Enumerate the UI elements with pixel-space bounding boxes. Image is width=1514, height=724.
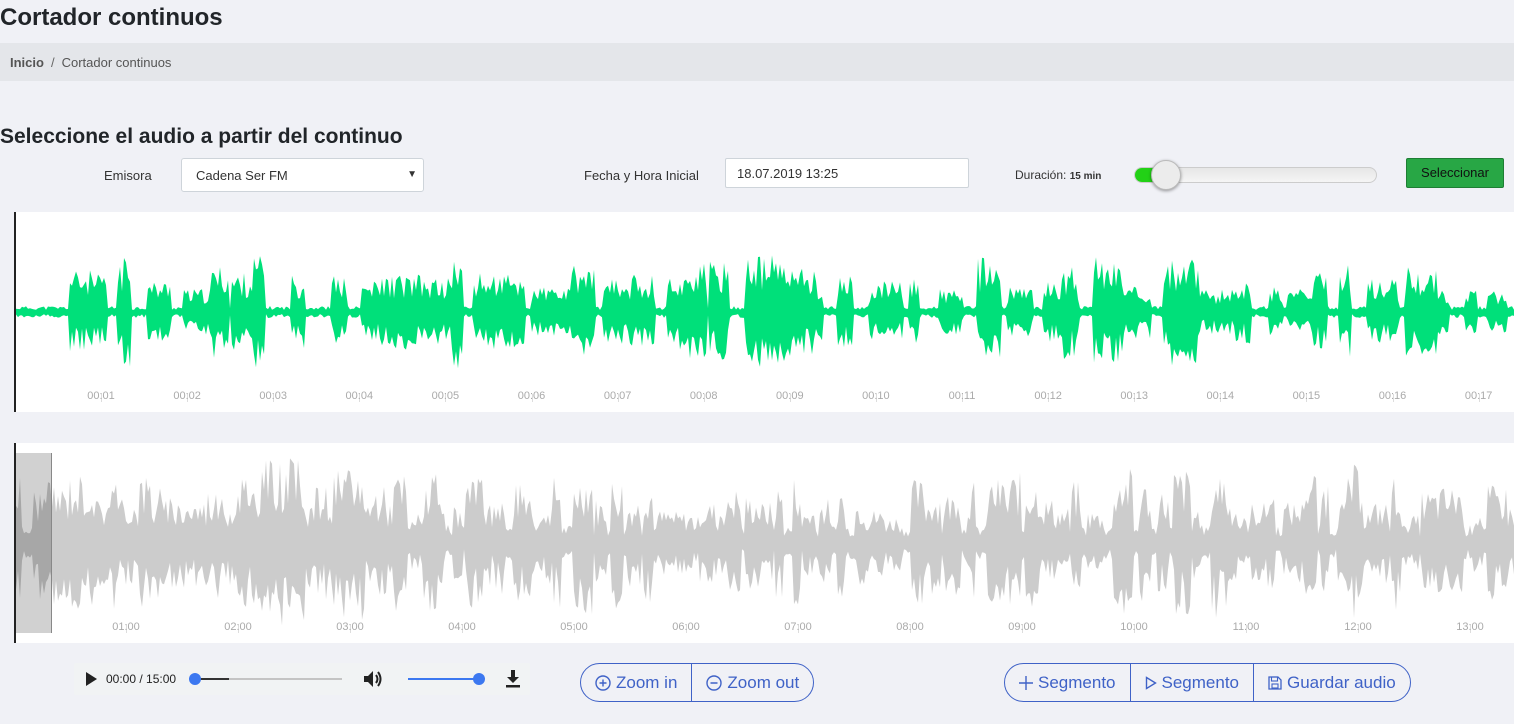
player-progress-handle[interactable] <box>189 673 201 685</box>
overview-selection-region[interactable] <box>14 453 52 633</box>
play-segment-label: Segmento <box>1161 672 1240 692</box>
time-tick-label: 10:00 <box>1120 621 1148 633</box>
time-tick-label: 00:16 <box>1378 390 1407 402</box>
breadcrumb-current: Cortador continuos <box>61 54 172 70</box>
time-tick-label: 00:02 <box>173 390 201 402</box>
chevron-down-icon: ▼ <box>407 169 417 180</box>
zoom-waveform[interactable]: 00:01 00:02 00:03 00:04 00:05 00:06 00:07 00:08… <box>14 212 1514 412</box>
time-tick-label: 00:08 <box>689 390 718 402</box>
segment-button-group: Segmento Segmento Guardar audio <box>1004 663 1411 702</box>
waveform-shape <box>14 458 1514 626</box>
duration-slider-thumb[interactable] <box>1151 160 1181 190</box>
play-icon[interactable] <box>86 672 97 686</box>
time-tick-label: 00:15 <box>1292 390 1321 402</box>
time-tick-label: 07:00 <box>784 621 812 633</box>
time-tick-label: 05:00 <box>560 621 588 633</box>
time-tick-label: 02:00 <box>224 621 252 633</box>
play-segment-button[interactable]: Segmento <box>1131 664 1254 701</box>
time-tick-label: 00:01 <box>87 390 115 402</box>
time-tick-label: 04:00 <box>448 621 476 633</box>
zoom-in-label: Zoom in <box>616 672 678 692</box>
time-tick-label: 00:05 <box>431 390 460 402</box>
time-tick-label: 06:00 <box>672 621 700 633</box>
zoom-button-group: Zoom in Zoom out <box>580 663 815 702</box>
save-audio-label: Guardar audio <box>1287 672 1396 692</box>
volume-slider[interactable] <box>408 678 479 680</box>
breadcrumb: Inicio / Cortador continuos <box>0 43 1514 81</box>
waveform-shape <box>14 255 1514 369</box>
duration-label-text: Duración: <box>1015 168 1067 182</box>
save-icon <box>1268 675 1282 690</box>
time-tick-label: 00:14 <box>1206 390 1235 402</box>
time-tick-label: 00:10 <box>862 390 890 402</box>
time-tick-label: 11:00 <box>1232 621 1260 633</box>
time-tick-label: 00:03 <box>259 390 287 402</box>
station-select-value: Cadena Ser FM <box>196 168 288 183</box>
time-tick-label: 08:00 <box>896 621 924 633</box>
time-tick-label: 00:13 <box>1120 390 1148 402</box>
time-tick-label: 00:11 <box>948 390 976 402</box>
overview-waveform-graphic <box>14 458 1514 626</box>
duration-value: 15 min <box>1069 171 1102 182</box>
play-outline-icon <box>1145 675 1157 690</box>
time-tick-label: 13:00 <box>1456 621 1484 633</box>
time-tick-label: 03:00 <box>336 621 364 633</box>
zoom-in-icon <box>595 674 611 691</box>
station-select[interactable]: Cadena Ser FM ▼ <box>181 158 424 192</box>
page-title: Cortador continuos <box>0 4 223 31</box>
zoom-in-button[interactable]: Zoom in <box>581 664 693 701</box>
player-progress-bar[interactable] <box>192 678 342 680</box>
time-tick-label: 00:06 <box>517 390 546 402</box>
playback-cursor[interactable] <box>14 212 16 412</box>
datetime-input[interactable]: 18.07.2019 13:25 <box>725 158 969 188</box>
add-segment-label: Segmento <box>1038 672 1116 692</box>
time-tick-label: 09:00 <box>1008 621 1036 633</box>
plus-icon <box>1019 675 1033 690</box>
duration-label: Duración: 15 min <box>1015 168 1101 182</box>
datetime-label: Fecha y Hora Inicial <box>584 168 699 183</box>
time-tick-label: 00:09 <box>776 390 804 402</box>
select-button[interactable]: Seleccionar <box>1406 158 1504 188</box>
time-tick-label: 12:00 <box>1344 621 1372 633</box>
save-audio-button[interactable]: Guardar audio <box>1254 664 1410 701</box>
overview-waveform[interactable]: 01:00 02:00 03:00 04:00 05:00 06:00 07:00 08:00… <box>14 443 1514 643</box>
zoom-out-icon <box>706 674 723 691</box>
audio-player: 00:00 / 15:00 <box>74 663 530 695</box>
zoom-waveform-graphic <box>14 255 1514 369</box>
overview-cursor[interactable] <box>14 443 16 643</box>
time-tick-label: 00:04 <box>345 390 374 402</box>
breadcrumb-home-link[interactable]: Inicio <box>10 55 44 70</box>
player-time: 00:00 / 15:00 <box>106 672 177 686</box>
volume-slider-handle[interactable] <box>473 673 485 685</box>
zoom-out-button[interactable]: Zoom out <box>692 664 813 701</box>
download-icon[interactable] <box>504 669 522 692</box>
time-tick-label: 01:00 <box>112 621 140 633</box>
time-tick-label: 00:17 <box>1464 390 1493 402</box>
add-segment-button[interactable]: Segmento <box>1005 664 1131 701</box>
time-tick-label: 00:07 <box>603 390 632 402</box>
zoom-out-label: Zoom out <box>727 672 800 692</box>
station-label: Emisora <box>104 168 152 183</box>
time-tick-label: 00:12 <box>1034 390 1062 402</box>
volume-icon[interactable] <box>363 670 383 691</box>
section-title: Seleccione el audio a partir del continu… <box>0 125 403 148</box>
breadcrumb-separator: / <box>50 54 55 70</box>
